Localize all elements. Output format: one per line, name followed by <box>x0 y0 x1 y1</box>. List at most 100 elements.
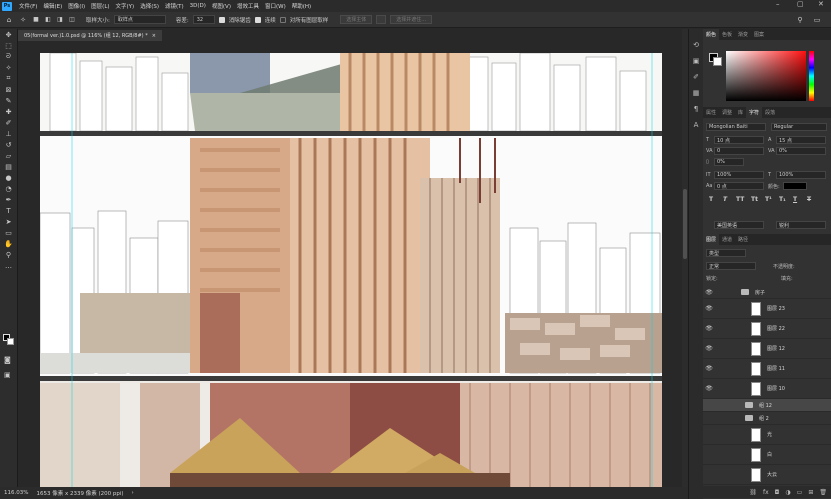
font-style-select[interactable]: Regular <box>771 123 827 131</box>
tracking-input[interactable]: 0% <box>776 147 826 155</box>
tab-gradients[interactable]: 渐变 <box>735 31 751 38</box>
menu-help[interactable]: 帮助(H) <box>289 2 314 10</box>
more-tools-icon[interactable]: … <box>0 260 17 271</box>
zoom-tool-icon[interactable]: ⚲ <box>0 249 17 260</box>
eyedropper-tool-icon[interactable]: ✎ <box>0 95 17 106</box>
history-brush-icon[interactable]: ↺ <box>0 139 17 150</box>
menu-view[interactable]: 视图(V) <box>209 2 234 10</box>
horizontal-scale-input[interactable]: 100% <box>776 171 826 179</box>
vertical-scale-input[interactable]: 100% <box>714 171 764 179</box>
properties-panel-icon[interactable]: ▣ <box>689 53 703 69</box>
tab-patterns[interactable]: 图案 <box>751 31 767 38</box>
blend-mode-select[interactable]: 正常 <box>706 262 756 270</box>
search-icon[interactable]: ⚲ <box>795 14 805 25</box>
hand-tool-icon[interactable]: ✋ <box>0 238 17 249</box>
zoom-readout[interactable]: 116.03% <box>4 490 28 496</box>
canvas-area[interactable] <box>18 41 682 487</box>
new-group-icon[interactable]: ▭ <box>797 489 803 496</box>
sample-size-select[interactable]: 取样点 <box>113 15 166 24</box>
visibility-eye-icon[interactable]: 👁 <box>703 345 715 352</box>
eraser-tool-icon[interactable]: ▱ <box>0 150 17 161</box>
menu-file[interactable]: 文件(F) <box>16 2 40 10</box>
visibility-eye-icon[interactable]: 👁 <box>703 365 715 372</box>
visibility-eye-icon[interactable]: 👁 <box>703 289 715 296</box>
menu-window[interactable]: 窗口(W) <box>262 2 289 10</box>
marquee-tool-icon[interactable]: ⬚ <box>0 40 17 51</box>
font-size-input[interactable]: 10 点 <box>714 136 764 144</box>
select-and-mask-button[interactable]: 选择并遮住... <box>390 15 433 24</box>
layer-row[interactable]: 👁 图层 22 <box>703 319 831 339</box>
tab-properties[interactable]: 属性 <box>703 109 719 116</box>
strikethrough-button[interactable]: T <box>807 196 811 203</box>
swatches-panel-icon[interactable]: ▦ <box>689 85 703 101</box>
close-button[interactable]: ✕ <box>818 0 824 8</box>
brush-settings-icon[interactable]: ✐ <box>689 69 703 85</box>
magic-wand-tool-icon[interactable]: ✧ <box>0 62 17 73</box>
gradient-tool-icon[interactable]: ▤ <box>0 161 17 172</box>
menu-filter[interactable]: 滤镜(T) <box>162 2 187 10</box>
pen-tool-icon[interactable]: ✒ <box>0 194 17 205</box>
subtract-selection-icon[interactable]: ◨ <box>56 14 64 25</box>
scrollbar-thumb[interactable] <box>683 189 687 259</box>
tab-swatches[interactable]: 色板 <box>719 31 735 38</box>
kerning-input[interactable]: 0 <box>714 147 764 155</box>
type-tool-icon[interactable]: T <box>0 205 17 216</box>
superscript-button[interactable]: T¹ <box>765 196 772 203</box>
tab-libraries[interactable]: 库 <box>735 109 746 116</box>
frame-tool-icon[interactable]: ⊠ <box>0 84 17 95</box>
lasso-tool-icon[interactable]: ᘐ <box>0 51 17 62</box>
layer-group-row[interactable]: 组 2 <box>703 412 831 425</box>
quick-mask-icon[interactable]: ◙ <box>4 354 11 365</box>
layer-row[interactable]: 👁 图层 12 <box>703 339 831 359</box>
menu-3d[interactable]: 3D(D) <box>187 3 209 9</box>
layer-group-row[interactable]: 👁 房子 <box>703 286 831 299</box>
add-mask-icon[interactable]: ◘ <box>775 489 780 496</box>
font-family-select[interactable]: Mongolian Baiti <box>706 123 766 131</box>
new-layer-icon[interactable]: ⊞ <box>808 489 813 496</box>
text-color-swatch[interactable] <box>783 182 807 190</box>
crop-tool-icon[interactable]: ⌗ <box>0 73 17 84</box>
visibility-eye-icon[interactable]: 👁 <box>703 325 715 332</box>
color-picker-field[interactable] <box>726 51 806 101</box>
tab-adjustments[interactable]: 调整 <box>719 109 735 116</box>
select-subject-button[interactable]: 选择主体 <box>340 15 373 24</box>
contiguous-checkbox[interactable] <box>254 16 261 23</box>
document-tab[interactable]: 05(formal ver.)1.0.psd @ 116% (组 12, RGB… <box>18 30 162 41</box>
status-arrow-icon[interactable]: › <box>132 490 134 496</box>
paragraph-panel-icon[interactable]: ¶ <box>689 101 703 117</box>
tab-channels[interactable]: 通道 <box>719 236 735 243</box>
anti-alias-checkbox[interactable] <box>218 16 225 23</box>
leading-input[interactable]: 15 点 <box>776 136 826 144</box>
healing-tool-icon[interactable]: ✚ <box>0 106 17 117</box>
sample-all-checkbox[interactable] <box>279 16 286 23</box>
language-select[interactable]: 美国英语 <box>714 221 764 229</box>
baseline-shift-input[interactable]: 0 点 <box>714 182 764 190</box>
stamp-tool-icon[interactable]: ⊥ <box>0 128 17 139</box>
add-selection-icon[interactable]: ◧ <box>44 14 52 25</box>
all-caps-button[interactable]: TT <box>736 196 744 203</box>
home-icon[interactable]: ⌂ <box>4 14 14 25</box>
minimize-button[interactable]: – <box>776 0 780 8</box>
tab-character[interactable]: 字符 <box>746 107 763 118</box>
move-tool-icon[interactable]: ✥ <box>0 29 17 40</box>
path-select-tool-icon[interactable]: ➤ <box>0 216 17 227</box>
new-selection-icon[interactable]: ■ <box>32 14 40 25</box>
faux-bold-button[interactable]: T <box>709 196 713 203</box>
document-canvas[interactable] <box>40 53 662 487</box>
visibility-eye-icon[interactable]: 👁 <box>703 305 715 312</box>
small-caps-button[interactable]: Tt <box>751 196 758 203</box>
color-panel-background-swatch[interactable] <box>713 57 722 66</box>
hue-slider[interactable] <box>809 51 814 101</box>
shape-tool-icon[interactable]: ▭ <box>0 227 17 238</box>
tab-paths[interactable]: 路径 <box>735 236 751 243</box>
character-panel-icon[interactable]: A <box>689 117 703 133</box>
tab-color[interactable]: 颜色 <box>703 29 720 40</box>
layer-style-icon[interactable]: fx <box>763 489 769 496</box>
layer-row[interactable]: 白 <box>703 445 831 465</box>
intersect-selection-icon[interactable]: ◫ <box>68 14 76 25</box>
subscript-button[interactable]: T₁ <box>779 196 786 203</box>
layer-filter-select[interactable]: 类型 <box>706 249 746 257</box>
maximize-button[interactable]: ▢ <box>797 0 804 8</box>
menu-select[interactable]: 选择(S) <box>137 2 162 10</box>
layer-row[interactable]: 👁 图层 23 <box>703 299 831 319</box>
